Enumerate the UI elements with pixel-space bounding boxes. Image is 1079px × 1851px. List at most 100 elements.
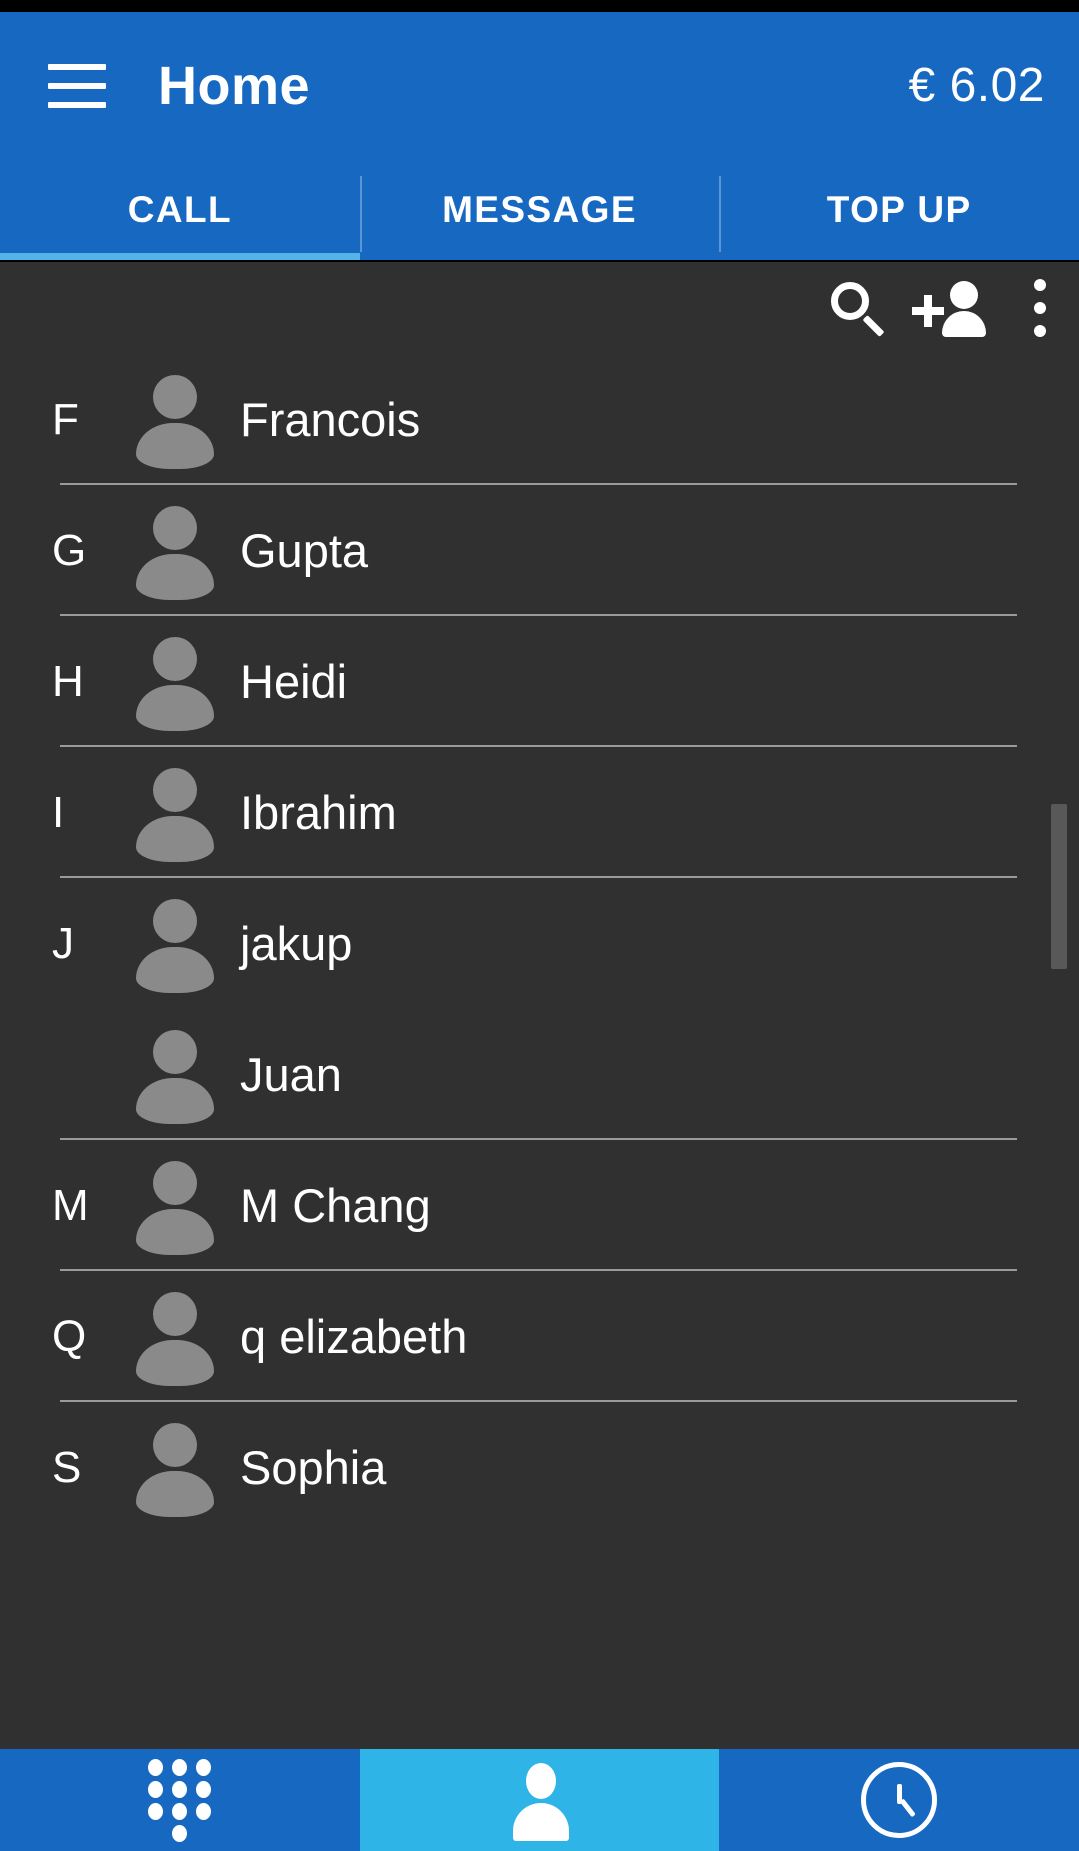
nav-tab-history[interactable] bbox=[719, 1749, 1079, 1851]
app-bar: Home € 6.02 bbox=[0, 12, 1079, 160]
avatar-head bbox=[153, 1291, 197, 1336]
hamburger-line bbox=[48, 64, 106, 70]
nav-tab-dialpad[interactable] bbox=[0, 1749, 360, 1851]
section-letter: F bbox=[52, 394, 79, 444]
dialpad-dot bbox=[148, 1803, 164, 1820]
person-icon-body bbox=[942, 311, 986, 337]
plus-icon-horizontal bbox=[912, 307, 944, 315]
avatar-head bbox=[153, 636, 197, 681]
avatar-head bbox=[153, 374, 197, 419]
section-letter: I bbox=[52, 787, 65, 837]
person-icon-body bbox=[512, 1803, 569, 1841]
dialpad-dot bbox=[172, 1759, 188, 1776]
contact-name: Ibrahim bbox=[240, 786, 397, 839]
tab-call[interactable]: CALL bbox=[0, 160, 360, 260]
contact-name: Heidi bbox=[240, 655, 348, 708]
contact-row[interactable]: M M Chang bbox=[0, 1140, 1079, 1271]
hamburger-line bbox=[48, 102, 106, 108]
contacts-panel: F Francois G Gupta H Heidi I Ibrahim J j… bbox=[0, 262, 1079, 1749]
tab-message-label: MESSAGE bbox=[442, 189, 637, 230]
avatar-body bbox=[136, 815, 214, 862]
tab-top-up-label: TOP UP bbox=[826, 189, 972, 230]
avatar-body bbox=[136, 684, 214, 731]
dialpad-dot bbox=[148, 1781, 164, 1798]
section-letter: J bbox=[52, 918, 74, 968]
contact-row[interactable]: Q q elizabeth bbox=[0, 1271, 1079, 1402]
dialpad-dot bbox=[172, 1803, 188, 1820]
contact-name: M Chang bbox=[240, 1179, 431, 1232]
avatar-head bbox=[153, 898, 197, 943]
page-title: Home bbox=[158, 56, 311, 116]
dialpad-icon bbox=[148, 1759, 212, 1842]
avatar-head bbox=[153, 1029, 197, 1074]
person-icon-head bbox=[950, 281, 978, 309]
avatar-head bbox=[153, 767, 197, 812]
search-button[interactable] bbox=[809, 262, 905, 354]
avatar-body bbox=[136, 946, 214, 993]
tab-message[interactable]: MESSAGE bbox=[359, 160, 720, 260]
status-bar bbox=[0, 0, 1079, 12]
avatar bbox=[136, 371, 214, 469]
kebab-dot bbox=[1034, 279, 1046, 291]
hamburger-menu-icon[interactable] bbox=[48, 64, 108, 108]
section-letter: S bbox=[52, 1442, 82, 1492]
avatar-body bbox=[136, 1470, 214, 1517]
contact-row[interactable]: J jakup bbox=[0, 878, 1079, 1009]
contact-row[interactable]: F Francois bbox=[0, 354, 1079, 485]
avatar-body bbox=[136, 1077, 214, 1124]
dialpad-dot bbox=[196, 1781, 212, 1798]
search-icon-handle bbox=[862, 315, 885, 337]
person-icon-head bbox=[525, 1763, 556, 1799]
avatar-body bbox=[136, 422, 214, 469]
avatar bbox=[136, 1157, 214, 1255]
contacts-action-bar bbox=[809, 262, 1079, 354]
nav-tab-contacts[interactable] bbox=[359, 1749, 720, 1851]
search-icon-lens bbox=[831, 282, 869, 320]
contacts-person-icon bbox=[504, 1759, 576, 1841]
contact-name: Francois bbox=[240, 393, 421, 446]
balance-amount[interactable]: € 6.02 bbox=[909, 62, 1045, 110]
contact-row[interactable]: S Sophia bbox=[0, 1402, 1079, 1533]
avatar-body bbox=[136, 553, 214, 600]
dialpad-dot bbox=[148, 1759, 164, 1776]
contact-row[interactable]: Juan bbox=[0, 1009, 1079, 1140]
dialpad-dot bbox=[196, 1803, 212, 1820]
contact-row[interactable]: G Gupta bbox=[0, 485, 1079, 616]
avatar-head bbox=[153, 1160, 197, 1205]
dialpad-dot bbox=[172, 1781, 188, 1798]
tab-active-indicator bbox=[0, 253, 360, 260]
dialpad-dot bbox=[196, 1759, 212, 1776]
avatar bbox=[136, 1419, 214, 1517]
list-scrollbar[interactable] bbox=[1051, 354, 1067, 1749]
contact-row[interactable]: H Heidi bbox=[0, 616, 1079, 747]
add-contact-button[interactable] bbox=[905, 262, 1001, 354]
search-icon bbox=[829, 280, 885, 337]
avatar bbox=[136, 1026, 214, 1124]
overflow-menu-button[interactable] bbox=[1001, 262, 1079, 354]
avatar-head bbox=[153, 1422, 197, 1467]
kebab-dot bbox=[1034, 302, 1046, 314]
bottom-navigation bbox=[0, 1749, 1079, 1851]
tab-top-up[interactable]: TOP UP bbox=[719, 160, 1079, 260]
section-letter: G bbox=[52, 525, 87, 575]
history-clock-icon bbox=[861, 1762, 938, 1838]
tab-bar: CALL MESSAGE TOP UP bbox=[0, 160, 1079, 260]
section-letter: Q bbox=[52, 1311, 87, 1361]
section-letter: H bbox=[52, 656, 84, 706]
kebab-dot bbox=[1034, 325, 1046, 337]
section-letter: M bbox=[52, 1180, 89, 1230]
contact-name: jakup bbox=[240, 917, 353, 970]
avatar-body bbox=[136, 1339, 214, 1386]
add-contact-icon bbox=[910, 277, 996, 339]
scrollbar-thumb[interactable] bbox=[1051, 804, 1067, 969]
tab-call-label: CALL bbox=[127, 189, 232, 230]
contact-row[interactable]: I Ibrahim bbox=[0, 747, 1079, 878]
contact-name: Juan bbox=[240, 1048, 342, 1101]
contact-name: Sophia bbox=[240, 1441, 387, 1494]
avatar bbox=[136, 895, 214, 993]
contacts-list: F Francois G Gupta H Heidi I Ibrahim J j… bbox=[0, 354, 1079, 1533]
dialpad-dot bbox=[172, 1825, 188, 1842]
avatar bbox=[136, 633, 214, 731]
app-screen: Home € 6.02 CALL MESSAGE TOP UP F Franco… bbox=[0, 0, 1079, 1851]
avatar bbox=[136, 1288, 214, 1386]
